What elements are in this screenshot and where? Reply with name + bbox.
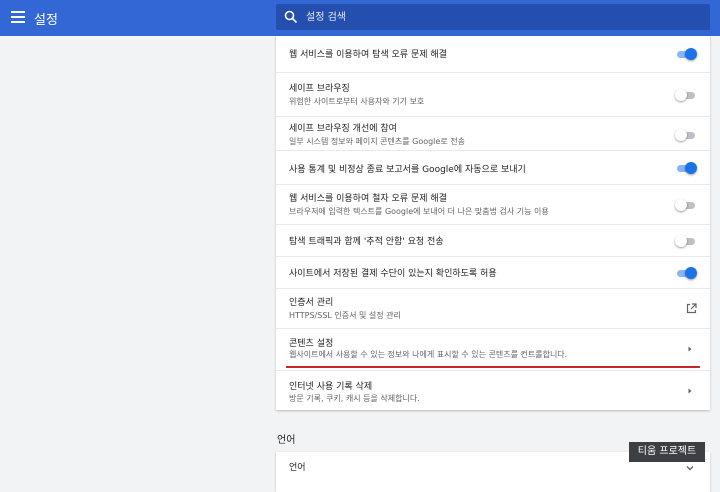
row-subtitle: 웹사이트에서 사용할 수 있는 정보와 나에게 표시할 수 있는 콘텐츠를 컨트… <box>289 350 568 359</box>
highlight-underline <box>286 366 700 368</box>
row-title: 탐색 트래픽과 함께 '추적 안함' 요청 전송 <box>289 237 444 247</box>
setting-row-manage-certificates[interactable]: 인증서 관리 HTTPS/SSL 인증서 및 설정 관리 <box>276 288 710 329</box>
setting-row-clear-browsing-data[interactable]: 인터넷 사용 기록 삭제 방문 기록, 쿠키, 캐시 등을 삭제합니다. <box>276 370 710 411</box>
row-title: 웹 서비스를 이용하여 탐색 오류 문제 해결 <box>289 50 447 60</box>
toggle-switch[interactable] <box>675 48 697 60</box>
external-link-icon[interactable] <box>686 303 697 314</box>
setting-row-payment-methods[interactable]: 사이트에서 저장된 결제 수단이 있는지 확인하도록 허용 <box>276 256 710 289</box>
hamburger-menu-icon[interactable] <box>11 11 25 23</box>
page-title: 설정 <box>34 13 58 28</box>
row-title: 세이프 브라우징 개선에 참여 <box>289 124 397 134</box>
setting-row-safe-browsing-improve[interactable]: 세이프 브라우징 개선에 참여 일부 시스템 정보와 페이지 콘텐츠를 Goog… <box>276 116 710 153</box>
toggle-switch[interactable] <box>675 235 697 247</box>
search-input[interactable] <box>306 4 696 30</box>
row-subtitle: 일부 시스템 정보와 페이지 콘텐츠를 Google로 전송 <box>289 137 465 146</box>
toggle-switch[interactable] <box>675 199 697 211</box>
chevron-down-icon[interactable] <box>686 464 694 472</box>
row-title: 웹 서비스를 이용하여 철자 오류 문제 해결 <box>289 194 447 204</box>
row-title: 인증서 관리 <box>289 298 334 308</box>
toggle-switch[interactable] <box>675 129 697 141</box>
row-title: 인터넷 사용 기록 삭제 <box>289 382 373 392</box>
setting-row-do-not-track[interactable]: 탐색 트래픽과 함께 '추적 안함' 요청 전송 <box>276 224 710 257</box>
top-bar: 설정 <box>0 0 720 36</box>
setting-row-safe-browsing[interactable]: 세이프 브라우징 위험한 사이트로부터 사용자와 기기 보호 <box>276 72 710 117</box>
row-title: 사이트에서 저장된 결제 수단이 있는지 확인하도록 허용 <box>289 269 497 279</box>
setting-row-navigation-error[interactable]: 웹 서비스를 이용하여 탐색 오류 문제 해결 <box>276 36 710 72</box>
setting-row-usage-stats[interactable]: 사용 통계 및 비정상 종료 보고서를 Google에 자동으로 보내기 <box>276 150 710 185</box>
toggle-switch[interactable] <box>675 89 697 101</box>
row-subtitle: 위험한 사이트로부터 사용자와 기기 보호 <box>289 97 425 106</box>
section-title-languages: 언어 <box>277 435 296 446</box>
row-title: 사용 통계 및 비정상 종료 보고서를 Google에 자동으로 보내기 <box>289 165 526 175</box>
toggle-switch[interactable] <box>675 267 697 279</box>
chevron-right-icon[interactable] <box>686 387 694 395</box>
setting-row-content-settings[interactable]: 콘텐츠 설정 웹사이트에서 사용할 수 있는 정보와 나에게 표시할 수 있는 … <box>276 328 710 371</box>
search-box[interactable] <box>276 4 710 30</box>
row-title: 세이프 브라우징 <box>289 84 350 94</box>
row-subtitle: 방문 기록, 쿠키, 캐시 등을 삭제합니다. <box>289 394 420 403</box>
row-title: 언어 <box>289 463 306 473</box>
privacy-settings-card: 웹 서비스를 이용하여 탐색 오류 문제 해결 세이프 브라우징 위험한 사이트… <box>276 36 710 410</box>
watermark-label: 티움 프로젝트 <box>629 442 705 462</box>
chevron-right-icon[interactable] <box>686 345 694 353</box>
search-icon <box>284 10 298 24</box>
row-subtitle: 브라우저에 입력한 텍스트를 Google에 보내어 더 나은 맞춤법 검사 기… <box>289 207 549 216</box>
toggle-switch[interactable] <box>675 162 697 174</box>
row-title: 콘텐츠 설정 <box>289 339 334 349</box>
setting-row-spelling[interactable]: 웹 서비스를 이용하여 철자 오류 문제 해결 브라우저에 입력한 텍스트를 G… <box>276 184 710 225</box>
row-subtitle: HTTPS/SSL 인증서 및 설정 관리 <box>289 311 401 320</box>
